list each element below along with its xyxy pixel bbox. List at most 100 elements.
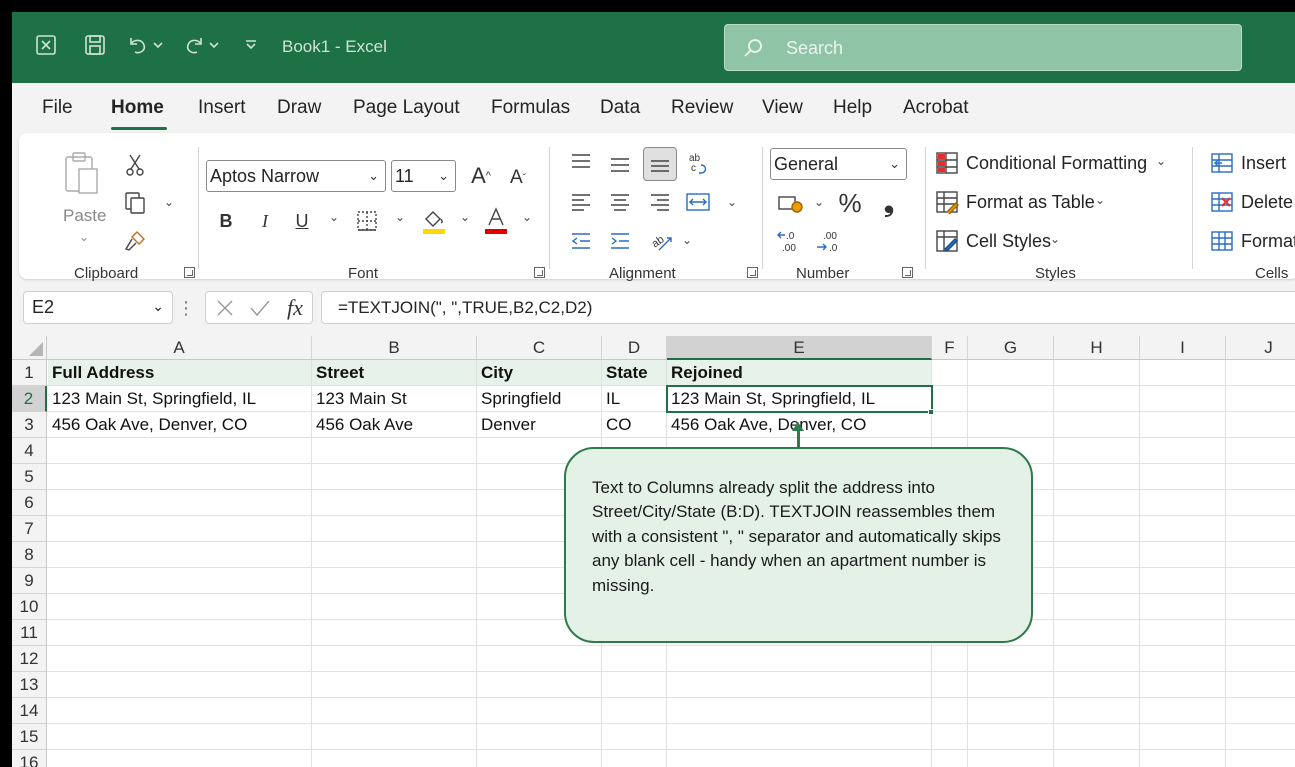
column-header-e[interactable]: E bbox=[667, 336, 932, 360]
increase-decimal-icon[interactable]: .0.00 bbox=[775, 227, 805, 255]
tab-page-layout[interactable]: Page Layout bbox=[353, 97, 460, 119]
row-header-8[interactable]: 8 bbox=[12, 542, 47, 568]
header-cell-state[interactable]: State bbox=[602, 360, 667, 386]
tab-help[interactable]: Help bbox=[833, 97, 872, 119]
insert-cells-icon[interactable] bbox=[1209, 150, 1235, 176]
copy-dropdown-icon[interactable]: ⌄ bbox=[164, 195, 174, 209]
delete-cells-icon[interactable] bbox=[1209, 189, 1235, 215]
column-header-g[interactable]: G bbox=[968, 336, 1054, 360]
header-cell-city[interactable]: City bbox=[477, 360, 602, 386]
name-box[interactable]: E2 ⌄ bbox=[23, 291, 173, 324]
enter-icon[interactable] bbox=[248, 296, 272, 320]
tab-review[interactable]: Review bbox=[671, 97, 733, 119]
increase-font-size-icon[interactable]: A ^ bbox=[467, 161, 495, 191]
tab-formulas[interactable]: Formulas bbox=[491, 97, 570, 119]
percent-style-icon[interactable]: % bbox=[837, 188, 863, 218]
borders-icon[interactable] bbox=[353, 207, 381, 235]
align-bottom-icon[interactable] bbox=[643, 147, 677, 181]
row-header-3[interactable]: 3 bbox=[12, 412, 47, 438]
clipboard-launcher-icon[interactable] bbox=[184, 267, 195, 278]
formula-input[interactable]: =TEXTJOIN(", ",TRUE,B2,C2,D2) bbox=[321, 291, 1295, 324]
row-header-4[interactable]: 4 bbox=[12, 438, 47, 464]
cut-icon[interactable] bbox=[123, 152, 147, 178]
more-options-icon[interactable]: ⋮ bbox=[177, 296, 195, 320]
column-header-f[interactable]: F bbox=[932, 336, 968, 360]
row-header-1[interactable]: 1 bbox=[12, 360, 47, 386]
align-middle-icon[interactable] bbox=[607, 152, 633, 178]
insert-function-icon[interactable]: fx bbox=[282, 294, 308, 322]
conditional-formatting-icon[interactable] bbox=[934, 150, 960, 176]
cell-d2[interactable]: IL bbox=[602, 386, 667, 412]
cell-b3[interactable]: 456 Oak Ave bbox=[312, 412, 477, 438]
customize-toolbar-icon[interactable] bbox=[242, 32, 260, 58]
merge-center-icon[interactable] bbox=[683, 188, 713, 216]
header-cell-street[interactable]: Street bbox=[312, 360, 477, 386]
row-header-12[interactable]: 12 bbox=[12, 646, 47, 672]
decrease-font-size-icon[interactable]: Aˇ bbox=[505, 164, 531, 192]
comma-style-icon[interactable]: ❟ bbox=[879, 187, 899, 218]
tab-file[interactable]: File bbox=[42, 97, 73, 119]
font-family-dropdown[interactable]: Aptos Narrow ⌄ bbox=[206, 160, 386, 192]
format-as-table-icon[interactable] bbox=[934, 189, 960, 215]
tab-draw[interactable]: Draw bbox=[277, 97, 321, 119]
insert-cells-button[interactable]: Insert bbox=[1241, 153, 1286, 174]
copy-icon[interactable] bbox=[121, 190, 149, 216]
align-left-icon[interactable] bbox=[568, 189, 594, 215]
cell-d3[interactable]: CO bbox=[602, 412, 667, 438]
column-header-j[interactable]: J bbox=[1226, 336, 1295, 360]
row-header-13[interactable]: 13 bbox=[12, 672, 47, 698]
cell-styles-dropdown-icon[interactable]: ⌄ bbox=[1050, 232, 1060, 246]
conditional-formatting-button[interactable]: Conditional Formatting bbox=[966, 153, 1147, 174]
tab-acrobat[interactable]: Acrobat bbox=[903, 97, 968, 119]
number-launcher-icon[interactable] bbox=[902, 267, 913, 278]
row-header-15[interactable]: 15 bbox=[12, 724, 47, 750]
fill-color-icon[interactable] bbox=[419, 205, 449, 237]
bold-button[interactable]: B bbox=[215, 207, 237, 235]
font-size-dropdown[interactable]: 11 ⌄ bbox=[391, 160, 456, 192]
column-header-c[interactable]: C bbox=[477, 336, 602, 360]
row-header-5[interactable]: 5 bbox=[12, 464, 47, 490]
font-color-dropdown-icon[interactable]: ⌄ bbox=[522, 210, 532, 224]
row-header-9[interactable]: 9 bbox=[12, 568, 47, 594]
tab-view[interactable]: View bbox=[762, 97, 803, 119]
accounting-format-icon[interactable] bbox=[775, 191, 807, 217]
orientation-icon[interactable]: ab bbox=[647, 226, 677, 256]
format-cells-button[interactable]: Format bbox=[1241, 231, 1295, 252]
tab-home[interactable]: Home bbox=[111, 97, 164, 119]
paste-label[interactable]: Paste bbox=[63, 206, 106, 226]
row-header-16[interactable]: 16 bbox=[12, 750, 47, 767]
cancel-icon[interactable] bbox=[214, 296, 236, 320]
accounting-dropdown-icon[interactable]: ⌄ bbox=[814, 195, 824, 209]
decrease-indent-icon[interactable] bbox=[568, 228, 594, 254]
delete-cells-button[interactable]: Delete bbox=[1241, 192, 1293, 213]
orientation-dropdown-icon[interactable]: ⌄ bbox=[682, 233, 692, 247]
search-box[interactable]: Search bbox=[724, 24, 1242, 71]
undo-icon[interactable] bbox=[125, 32, 151, 58]
header-cell-rejoined[interactable]: Rejoined bbox=[667, 360, 932, 386]
column-header-d[interactable]: D bbox=[602, 336, 667, 360]
align-right-icon[interactable] bbox=[647, 189, 673, 215]
fill-color-dropdown-icon[interactable]: ⌄ bbox=[460, 210, 470, 224]
decrease-decimal-icon[interactable]: .00.0 bbox=[814, 227, 844, 255]
row-header-7[interactable]: 7 bbox=[12, 516, 47, 542]
row-header-6[interactable]: 6 bbox=[12, 490, 47, 516]
format-painter-icon[interactable] bbox=[121, 228, 149, 254]
italic-button[interactable]: I bbox=[254, 207, 276, 235]
row-header-10[interactable]: 10 bbox=[12, 594, 47, 620]
underline-button[interactable]: U bbox=[291, 207, 313, 235]
align-top-icon[interactable] bbox=[568, 149, 594, 175]
save-icon[interactable] bbox=[82, 32, 108, 58]
font-color-icon[interactable] bbox=[481, 205, 511, 237]
row-header-14[interactable]: 14 bbox=[12, 698, 47, 724]
conditional-formatting-dropdown-icon[interactable]: ⌄ bbox=[1156, 154, 1166, 168]
column-header-i[interactable]: I bbox=[1140, 336, 1226, 360]
header-cell-full-address[interactable]: Full Address bbox=[48, 360, 312, 386]
merge-dropdown-icon[interactable]: ⌄ bbox=[727, 195, 737, 209]
cell-a2[interactable]: 123 Main St, Springfield, IL bbox=[48, 386, 312, 412]
increase-indent-icon[interactable] bbox=[607, 228, 633, 254]
cell-styles-icon[interactable] bbox=[934, 228, 960, 254]
tab-insert[interactable]: Insert bbox=[198, 97, 246, 119]
wrap-text-icon[interactable]: ab c bbox=[686, 149, 712, 179]
borders-dropdown-icon[interactable]: ⌄ bbox=[395, 210, 405, 224]
cell-c3[interactable]: Denver bbox=[477, 412, 602, 438]
